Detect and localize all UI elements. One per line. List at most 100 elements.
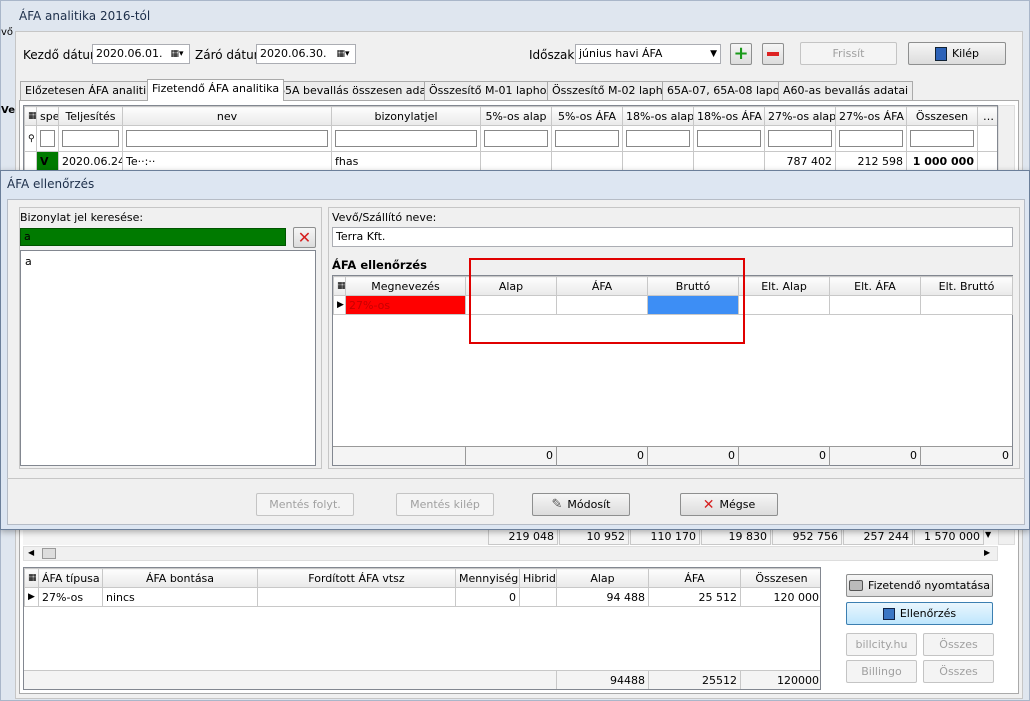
col-afa[interactable]: ÁFA bbox=[648, 568, 741, 588]
filter-cell[interactable] bbox=[36, 125, 59, 152]
col-bottom-osszesen[interactable]: Összesen bbox=[740, 568, 820, 588]
start-date-field[interactable]: 2020.06.01. ▦▾ bbox=[92, 44, 190, 64]
remove-period-button[interactable] bbox=[762, 43, 784, 65]
refresh-button[interactable]: Frissít bbox=[800, 42, 897, 65]
scroll-right-icon[interactable]: ▶ bbox=[984, 548, 990, 557]
check-section-label: ÁFA ellenőrzés bbox=[332, 258, 427, 272]
print-payable-button[interactable]: Fizetendő nyomtatása bbox=[846, 574, 993, 597]
bottom-grid-corner-icon[interactable]: ▦ bbox=[24, 568, 39, 588]
qty-cell[interactable]: 0 bbox=[455, 587, 520, 607]
save-exit-button[interactable]: Mentés kilép bbox=[396, 493, 494, 516]
col-bizonylatjel[interactable]: bizonylatjel bbox=[331, 106, 481, 126]
save-continue-button[interactable]: Mentés folyt. bbox=[256, 493, 354, 516]
all-button-1[interactable]: Összes bbox=[923, 633, 994, 656]
table-row[interactable]: ▶ 27%-os nincs 0 94 488 25 512 120 000 bbox=[24, 587, 820, 607]
name-cell[interactable]: Te··:·· bbox=[122, 151, 332, 171]
search-input[interactable]: a bbox=[20, 228, 286, 246]
check-button[interactable]: Ellenőrzés bbox=[846, 602, 993, 625]
filter-cell[interactable] bbox=[622, 125, 694, 152]
col-5-afa[interactable]: 5%-os ÁFA bbox=[551, 106, 623, 126]
col-nev[interactable]: nev bbox=[122, 106, 332, 126]
type-cell[interactable]: 27%-os bbox=[38, 587, 103, 607]
v27-cell[interactable]: 212 598 bbox=[835, 151, 907, 171]
date-cell[interactable]: 2020.06.24. bbox=[58, 151, 123, 171]
elt-alap-cell[interactable] bbox=[738, 295, 830, 315]
col-hibrid[interactable]: Hibrid bbox=[519, 568, 557, 588]
billcity-button[interactable]: billcity.hu bbox=[846, 633, 917, 656]
calendar-dropdown-icon[interactable]: ▦▾ bbox=[167, 47, 187, 61]
table-row[interactable]: V 2020.06.24. Te··:·· fhas 787 402 212 5… bbox=[24, 151, 997, 171]
main-grid-table: ▦ spec Teljesítés nev bizonylatjel 5%-os… bbox=[24, 106, 997, 171]
filter-cell[interactable] bbox=[122, 125, 332, 152]
col-18-afa[interactable]: 18%-os ÁFA bbox=[693, 106, 765, 126]
chevron-down-icon[interactable]: ▼ bbox=[710, 45, 717, 63]
bottom-grid: ▦ ÁFA típusa ÁFA bontása Fordított ÁFA v… bbox=[23, 567, 821, 690]
reverse-cell[interactable] bbox=[257, 587, 456, 607]
col-afa-tipusa[interactable]: ÁFA típusa bbox=[38, 568, 103, 588]
col-elt-afa[interactable]: Elt. ÁFA bbox=[829, 276, 921, 296]
check-grid-corner-icon[interactable]: ▦ bbox=[333, 276, 346, 296]
col-mennyiseg[interactable]: Mennyiség bbox=[455, 568, 520, 588]
col-osszesen[interactable]: Összesen bbox=[906, 106, 978, 126]
main-grid-hscrollbar[interactable]: ◀ ▶ bbox=[23, 546, 998, 561]
filter-cell[interactable] bbox=[58, 125, 123, 152]
elt-afa-cell[interactable] bbox=[829, 295, 921, 315]
split-cell[interactable]: nincs bbox=[102, 587, 258, 607]
col-afa-bontasa[interactable]: ÁFA bontása bbox=[102, 568, 258, 588]
filter-binoculars-icon[interactable]: ⚲ bbox=[24, 125, 37, 152]
vat-cell[interactable]: 25 512 bbox=[648, 587, 741, 607]
tab-65a-07[interactable]: 65A-07, 65A-08 lapok bbox=[662, 81, 791, 100]
clear-search-button[interactable]: ✕ bbox=[293, 227, 316, 248]
add-period-button[interactable]: + bbox=[730, 43, 752, 65]
megnevezes-cell[interactable]: 27%-os bbox=[345, 295, 466, 315]
tab-elozetesen[interactable]: Előzetesen ÁFA analitika bbox=[20, 81, 165, 100]
filter-cell[interactable] bbox=[764, 125, 836, 152]
filter-cell[interactable] bbox=[331, 125, 481, 152]
exit-button[interactable]: Kilép bbox=[908, 42, 1006, 65]
col-megnevezes[interactable]: Megnevezés bbox=[345, 276, 466, 296]
tab-65a-osszesen[interactable]: 65A bevallás összesen adatai bbox=[273, 81, 446, 100]
modify-button[interactable]: ✎ Módosít bbox=[532, 493, 630, 516]
calendar-dropdown-icon[interactable]: ▦▾ bbox=[333, 47, 353, 61]
col-alap[interactable]: Alap bbox=[556, 568, 649, 588]
filter-cell[interactable] bbox=[977, 125, 997, 152]
base-cell[interactable]: 94 488 bbox=[556, 587, 649, 607]
filter-cell[interactable] bbox=[551, 125, 623, 152]
col-spec[interactable]: spec bbox=[36, 106, 59, 126]
filter-cell[interactable] bbox=[906, 125, 978, 152]
hybrid-cell[interactable] bbox=[519, 587, 557, 607]
grid-corner-icon[interactable]: ▦ bbox=[24, 106, 37, 126]
col-more[interactable]: … bbox=[977, 106, 997, 126]
scroll-left-icon[interactable]: ◀ bbox=[28, 548, 34, 557]
end-date-field[interactable]: 2020.06.30. ▦▾ bbox=[256, 44, 356, 64]
billingo-button[interactable]: Billingo bbox=[846, 660, 917, 683]
tab-m02[interactable]: Összesítő M-02 laphoz bbox=[547, 81, 681, 100]
tab-a60[interactable]: A60-as bevallás adatai bbox=[778, 81, 914, 100]
col-27-alap[interactable]: 27%-os alap bbox=[764, 106, 836, 126]
tab-fizetendo[interactable]: Fizetendő ÁFA analitika bbox=[147, 79, 285, 101]
doc-cell[interactable]: fhas bbox=[331, 151, 481, 171]
col-18-alap[interactable]: 18%-os alap bbox=[622, 106, 694, 126]
scroll-thumb[interactable] bbox=[42, 548, 56, 559]
col-elt-alap[interactable]: Elt. Alap bbox=[738, 276, 830, 296]
vendor-field[interactable]: Terra Kft. bbox=[332, 227, 1013, 247]
a27-cell[interactable]: 787 402 bbox=[764, 151, 836, 171]
total-cell[interactable]: 1 000 000 bbox=[906, 151, 978, 171]
filter-cell[interactable] bbox=[480, 125, 552, 152]
col-27-afa[interactable]: 27%-os ÁFA bbox=[835, 106, 907, 126]
bottom-total-cell[interactable]: 120 000 bbox=[740, 587, 820, 607]
tab-m01[interactable]: Összesítő M-01 laphoz bbox=[424, 81, 558, 100]
filter-cell[interactable] bbox=[693, 125, 765, 152]
spec-cell[interactable]: V bbox=[36, 151, 59, 171]
filter-cell[interactable] bbox=[835, 125, 907, 152]
col-5-alap[interactable]: 5%-os alap bbox=[480, 106, 552, 126]
totals-dropdown-icon[interactable]: ▼ bbox=[985, 530, 991, 539]
list-item[interactable]: a bbox=[21, 251, 315, 272]
col-teljesites[interactable]: Teljesítés bbox=[58, 106, 123, 126]
cancel-button[interactable]: ✕ Mégse bbox=[680, 493, 778, 516]
all-button-2[interactable]: Összes bbox=[923, 660, 994, 683]
col-forditott[interactable]: Fordított ÁFA vtsz bbox=[257, 568, 456, 588]
col-elt-brutto[interactable]: Elt. Bruttó bbox=[920, 276, 1013, 296]
period-select[interactable]: június havi ÁFA ▼ bbox=[575, 44, 721, 64]
elt-brutto-cell[interactable] bbox=[920, 295, 1013, 315]
